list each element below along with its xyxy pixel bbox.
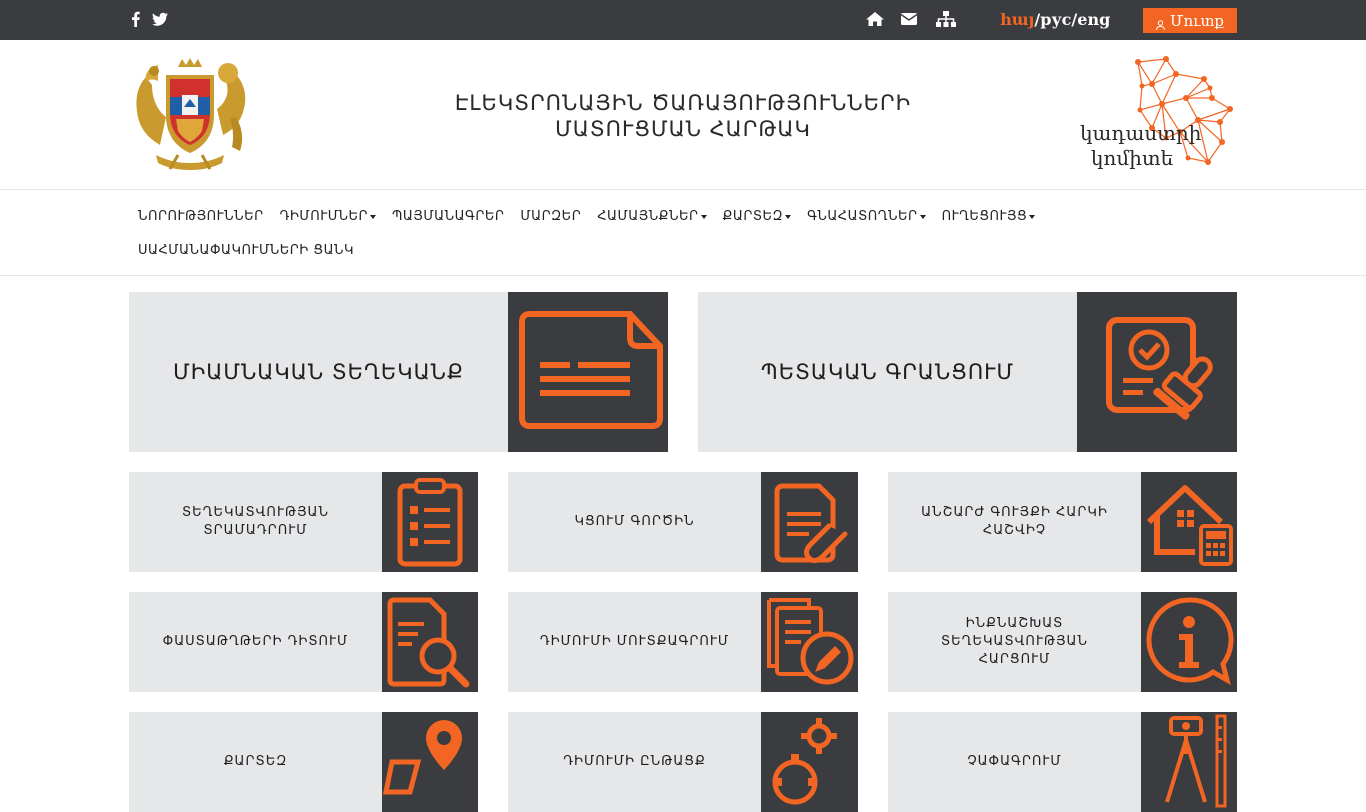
tile-self-service-info-request[interactable]: ԻՆՔՆԱՇԽԱՏ ՏԵՂԵԿԱՏՎՈՒԹՅԱՆ ՀԱՐՑՈՒՄ: [888, 592, 1237, 692]
caret-down-icon: [1029, 214, 1036, 219]
nav-item-applications[interactable]: ԴԻՄՈՒՄՆԵՐ: [279, 208, 377, 225]
language-switcher: հայ/рус/eng: [1000, 10, 1110, 29]
surveyor-tripod-icon: [1141, 712, 1237, 812]
nav-item-map[interactable]: ՔԱՐՏԵԶ: [723, 208, 792, 225]
social-links: [128, 11, 168, 27]
tile-label: ՄԻԱՄՆԱԿԱՆ ՏԵՂԵԿԱՆՔ: [173, 360, 464, 384]
nav-item-label: ՈՒՂԵՑՈՒՅՑ: [941, 209, 1028, 224]
nav-item-restrictions-list[interactable]: ՍԱՀՄԱՆԱՓԱԿՈՒՄՆԵՐԻ ՑԱՆԿ: [138, 242, 354, 259]
nav-item-label: ԳՆԱՀԱՏՈՂՆԵՐ: [807, 209, 918, 224]
home-icon[interactable]: [866, 11, 884, 27]
clipboard-list-icon: [382, 472, 478, 572]
sitemap-icon[interactable]: [936, 11, 956, 27]
brand-line: կադաստրի: [1080, 121, 1202, 145]
login-label: Մուտք: [1170, 11, 1224, 30]
nav-item-appraisers[interactable]: ԳՆԱՀԱՏՈՂՆԵՐ: [807, 208, 926, 225]
document-search-icon: [382, 592, 478, 692]
utility-icons: [866, 11, 956, 27]
user-icon: [1156, 16, 1166, 30]
login-button[interactable]: Մուտք: [1143, 8, 1237, 33]
site-title-line: ԷԼԵԿՏՐՈՆԱՅԻՆ ԾԱՌԱՅՈՒԹՅՈՒՆՆԵՐԻ: [454, 91, 912, 115]
house-calculator-icon: [1141, 472, 1237, 572]
nav-item-label: ԴԻՄՈՒՄՆԵՐ: [279, 209, 369, 224]
caret-down-icon: [700, 214, 707, 219]
tile-label: ՏԵՂԵԿԱՏՎՈՒԹՅԱՆ ՏՐԱՄԱԴՐՈՒՄ: [182, 505, 329, 538]
map-pin-icon: [382, 712, 478, 812]
stamp-document-icon: [1077, 292, 1237, 452]
info-bubble-icon: [1141, 592, 1237, 692]
document-card-icon: [508, 292, 668, 452]
tile-application-progress[interactable]: ԴԻՄՈՒՄԻ ԸՆԹԱՑՔ: [508, 712, 858, 812]
nav-item-communities[interactable]: ՀԱՄԱՅՆՔՆԵՐ: [597, 208, 707, 225]
site-title-line: ՄԱՏՈՒՑՄԱՆ ՀԱՐԹԱԿ: [555, 117, 811, 141]
tile-label: ՊԵՏԱԿԱՆ ԳՐԱՆՑՈՒՄ: [760, 360, 1015, 384]
nav-item-label: ՔԱՐՏԵԶ: [722, 209, 784, 224]
lang-armenian-link[interactable]: հայ: [1000, 10, 1034, 29]
tile-label: ԻՆՔՆԱՇԽԱՏ ՏԵՂԵԿԱՏՎՈՒԹՅԱՆ ՀԱՐՑՈՒՄ: [941, 616, 1088, 667]
tile-map[interactable]: ՔԱՐՏԵԶ: [129, 712, 478, 812]
armenia-coat-of-arms-logo[interactable]: [128, 57, 251, 174]
documents-pencil-icon: [761, 592, 858, 692]
main-navigation: ՆՈՐՈՒԹՅՈՒՆՆԵՐ ԴԻՄՈՒՄՆԵՐ ՊԱՅՄԱՆԱԳՐԵՐ ՄԱՐԶ…: [0, 191, 1366, 276]
nav-item-label: ՊԱՅՄԱՆԱԳՐԵՐ: [392, 209, 505, 224]
nav-item-label: ՄԱՐԶԵՐ: [520, 209, 582, 224]
caret-down-icon: [919, 214, 926, 219]
cadastre-brand-text: կադաստրի կոմիտե: [1080, 121, 1202, 171]
tile-label: ՉԱՓԱԳՐՈՒՄ: [967, 754, 1062, 769]
caret-down-icon: [370, 214, 377, 219]
gears-icon: [761, 712, 858, 812]
tile-property-tax-calculator[interactable]: ԱՆՇԱՐԺ ԳՈՒՅՔԻ ՀԱՐԿԻ ՀԱՇՎԻՉ: [888, 472, 1237, 572]
site-title: ԷԼԵԿՏՐՈՆԱՅԻՆ ԾԱՌԱՅՈՒԹՅՈՒՆՆԵՐԻ ՄԱՏՈՒՑՄԱՆ …: [400, 90, 966, 142]
tile-label: ՓԱՍՏԱԹՂԹԵՐԻ ԴԻՏՈՒՄ: [162, 634, 349, 649]
nav-item-regions[interactable]: ՄԱՐԶԵՐ: [520, 208, 581, 225]
nav-item-guide[interactable]: ՈՒՂԵՑՈՒՅՑ: [942, 208, 1036, 225]
top-bar: հայ/рус/eng Մուտք: [0, 0, 1366, 40]
tile-document-review[interactable]: ՓԱՍՏԱԹՂԹԵՐԻ ԴԻՏՈՒՄ: [129, 592, 478, 692]
facebook-icon[interactable]: [128, 11, 144, 27]
nav-item-news[interactable]: ՆՈՐՈՒԹՅՈՒՆՆԵՐ: [138, 208, 264, 225]
nav-item-contracts[interactable]: ՊԱՅՄԱՆԱԳՐԵՐ: [392, 208, 504, 225]
envelope-icon[interactable]: [900, 11, 919, 27]
brand-line: կոմիտե: [1090, 146, 1174, 170]
lang-russian-link[interactable]: рус: [1040, 10, 1071, 29]
document-paperclip-icon: [761, 472, 858, 572]
tile-label: ՔԱՐՏԵԶ: [223, 754, 288, 769]
tile-label: ԱՆՇԱՐԺ ԳՈՒՅՔԻ ՀԱՐԿԻ ՀԱՇՎԻՉ: [921, 505, 1108, 538]
tile-attach-to-case[interactable]: ԿՑՈՒՄ ԳՈՐԾԻՆ: [508, 472, 858, 572]
nav-item-label: ՀԱՄԱՅՆՔՆԵՐ: [597, 209, 699, 224]
tile-application-submission[interactable]: ԴԻՄՈՒՄԻ ՄՈՒՏՔԱԳՐՈՒՄ: [508, 592, 858, 692]
site-header: ԷԼԵԿՏՐՈՆԱՅԻՆ ԾԱՌԱՅՈՒԹՅՈՒՆՆԵՐԻ ՄԱՏՈՒՑՄԱՆ …: [0, 40, 1366, 190]
tile-surveying[interactable]: ՉԱՓԱԳՐՈՒՄ: [888, 712, 1237, 812]
lang-english-link[interactable]: eng: [1077, 10, 1110, 29]
tile-label: ԴԻՄՈՒՄԻ ԸՆԹԱՑՔ: [563, 754, 706, 769]
tile-unified-reference[interactable]: ՄԻԱՄՆԱԿԱՆ ՏԵՂԵԿԱՆՔ: [129, 292, 668, 452]
cadastre-committee-logo[interactable]: կադաստրի կոմիտե: [1080, 54, 1240, 176]
tile-state-registration[interactable]: ՊԵՏԱԿԱՆ ԳՐԱՆՑՈՒՄ: [698, 292, 1237, 452]
caret-down-icon: [785, 214, 792, 219]
nav-item-label: ՍԱՀՄԱՆԱՓԱԿՈՒՄՆԵՐԻ ՑԱՆԿ: [138, 243, 355, 258]
nav-item-label: ՆՈՐՈՒԹՅՈՒՆՆԵՐ: [138, 209, 264, 224]
tile-label: ԴԻՄՈՒՄԻ ՄՈՒՏՔԱԳՐՈՒՄ: [539, 634, 730, 649]
tile-label: ԿՑՈՒՄ ԳՈՐԾԻՆ: [574, 514, 695, 529]
tile-information-provision[interactable]: ՏԵՂԵԿԱՏՎՈՒԹՅԱՆ ՏՐԱՄԱԴՐՈՒՄ: [129, 472, 478, 572]
twitter-icon[interactable]: [152, 11, 168, 27]
